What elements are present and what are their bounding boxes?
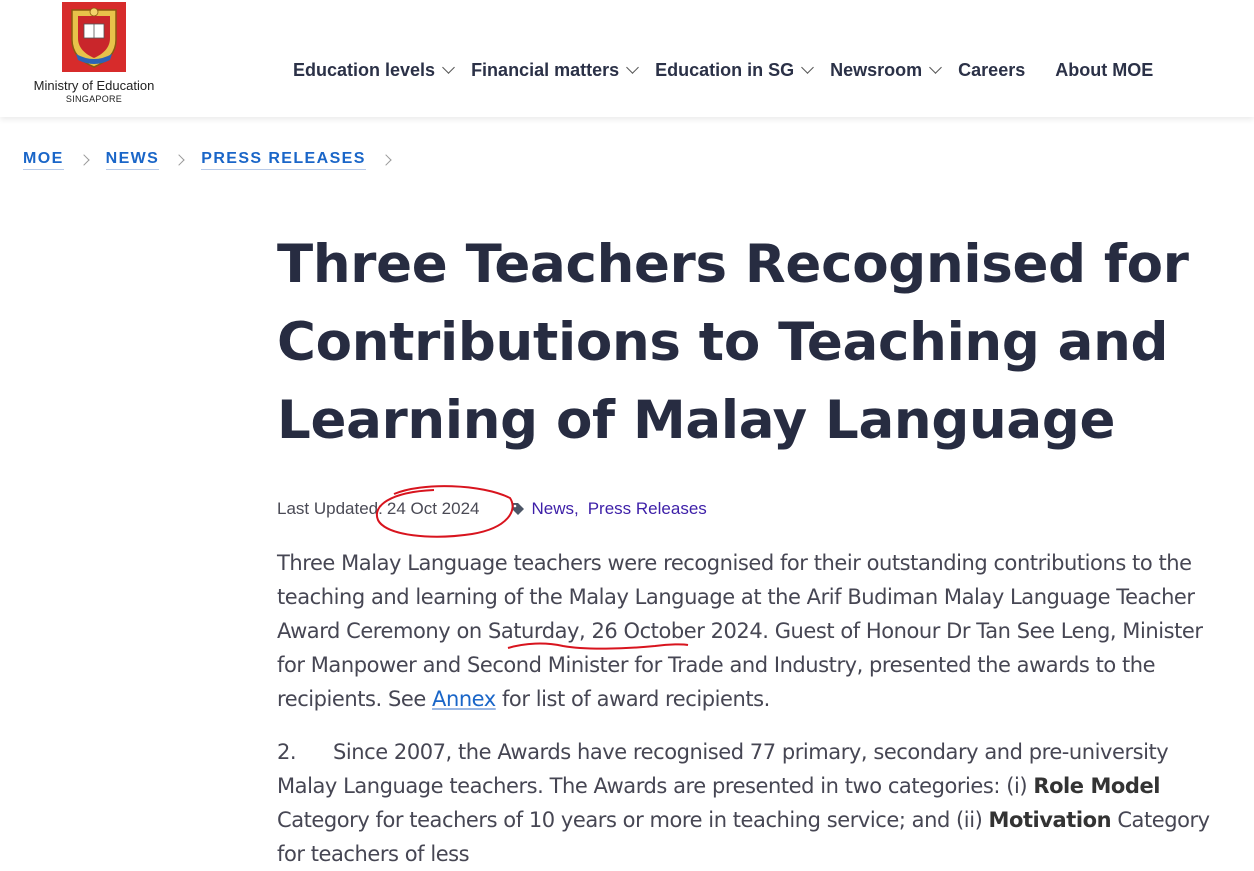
- chevron-down-icon: [801, 61, 815, 74]
- last-updated-label: Last Updated:: [277, 499, 383, 518]
- nav-financial-matters[interactable]: Financial matters: [471, 59, 639, 81]
- logo-subtitle: SINGAPORE: [65, 94, 123, 104]
- role-model-bold: Role Model: [1033, 774, 1160, 798]
- annex-link[interactable]: Annex: [432, 687, 496, 711]
- moe-crest-icon: [62, 2, 126, 72]
- paragraph-2: 2. Since 2007, the Awards have recognised…: [277, 735, 1227, 871]
- nav-education-levels[interactable]: Education levels: [293, 59, 455, 81]
- nav-label: Newsroom: [830, 59, 923, 80]
- breadcrumb: MOE NEWS PRESS RELEASES: [23, 150, 408, 170]
- chevron-right-icon: [77, 154, 90, 166]
- breadcrumb-moe[interactable]: MOE: [23, 150, 64, 170]
- motivation-bold: Motivation: [988, 808, 1112, 832]
- red-circle-annotation: [375, 485, 514, 538]
- chevron-down-icon: [442, 61, 455, 74]
- nav-label: Careers: [958, 59, 1026, 80]
- paragraph-2-text-b: Category for teachers of 10 years or mor…: [277, 808, 989, 832]
- nav-label: Education in SG: [655, 59, 795, 80]
- nav-label: Education levels: [293, 59, 436, 80]
- logo-name: Ministry of Education: [33, 78, 155, 93]
- chevron-down-icon: [929, 61, 943, 74]
- nav-label: Financial matters: [471, 59, 620, 80]
- nav-careers[interactable]: Careers: [958, 60, 1025, 81]
- paragraph-1: Three Malay Language teachers were recog…: [277, 546, 1227, 716]
- nav-newsroom[interactable]: Newsroom: [830, 59, 943, 81]
- chevron-right-icon: [173, 154, 185, 166]
- tag-news-link[interactable]: News,: [531, 499, 578, 519]
- paragraph-1-tail: for list of award recipients.: [495, 687, 770, 711]
- breadcrumb-news[interactable]: NEWS: [105, 150, 160, 170]
- red-underline-annotation: [507, 642, 689, 650]
- page-title: Three Teachers Recognised for Contributi…: [277, 234, 1189, 451]
- nav-education-in-sg[interactable]: Education in SG: [655, 59, 815, 81]
- chevron-down-icon: [626, 61, 639, 74]
- breadcrumb-press-releases[interactable]: PRESS RELEASES: [201, 150, 366, 170]
- nav-label: About MOE: [1055, 59, 1154, 80]
- paragraph-number: 2.: [277, 740, 297, 764]
- nav-about-moe[interactable]: About MOE: [1055, 60, 1153, 81]
- tag-press-releases-link[interactable]: Press Releases: [588, 499, 707, 519]
- main-nav: Education levels Financial matters Educa…: [293, 58, 1183, 82]
- chevron-right-icon: [380, 154, 392, 166]
- site-header: Ministry of Education SINGAPORE Educatio…: [0, 0, 1254, 117]
